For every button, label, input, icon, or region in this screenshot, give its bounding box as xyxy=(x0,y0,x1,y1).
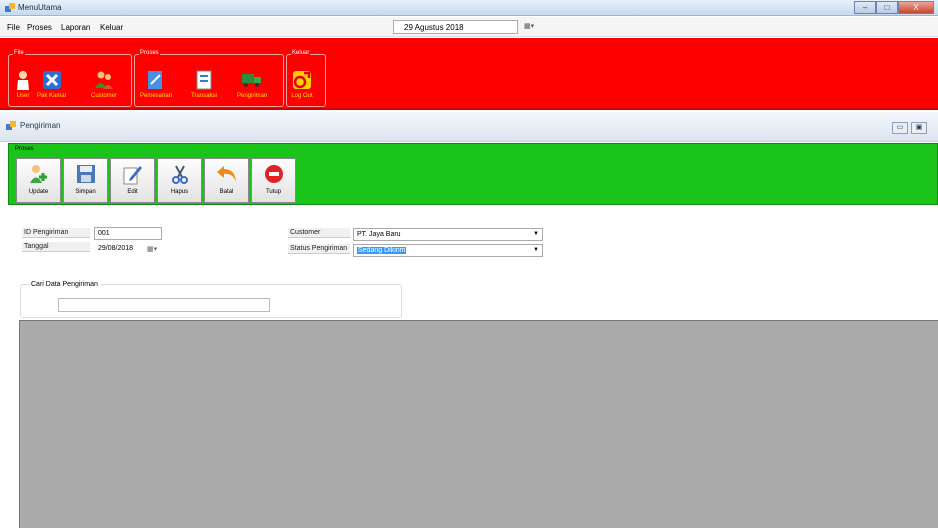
ribbon-group-file: File User Pak Kamar Customer xyxy=(8,50,132,107)
toolbar-group-label: Proses xyxy=(14,146,35,152)
document-icon xyxy=(193,69,215,91)
chevron-down-icon: ▼ xyxy=(533,231,539,237)
pengiriman-button[interactable]: Pengiriman xyxy=(237,69,267,99)
tanggal-date-picker[interactable]: 29/08/2018 ▦▾ xyxy=(94,242,162,255)
edit-button[interactable]: Edit xyxy=(110,158,155,203)
transaksi-button[interactable]: Transaksi xyxy=(191,69,217,99)
window-controls: – □ X xyxy=(854,1,934,14)
customer-button[interactable]: Customer xyxy=(91,69,117,99)
minimize-button[interactable]: – xyxy=(854,1,876,14)
user-button[interactable]: User xyxy=(12,69,34,99)
simpan-button[interactable]: Simpan xyxy=(63,158,108,203)
undo-icon xyxy=(215,162,239,186)
child-window-title-bar: Pengiriman ▭ ▣ xyxy=(0,112,938,142)
stop-icon xyxy=(262,162,286,186)
main-ribbon: File User Pak Kamar Customer Proses Peme… xyxy=(0,38,938,110)
menu-keluar[interactable]: Keluar xyxy=(100,23,123,32)
child-window-title: Pengiriman xyxy=(20,121,61,130)
menu-laporan[interactable]: Laporan xyxy=(61,23,90,32)
customer-label: Customer xyxy=(288,228,350,238)
customer-select[interactable]: PT. Jaya Baru ▼ xyxy=(353,228,543,241)
data-grid[interactable] xyxy=(19,320,938,528)
tanggal-label: Tanggal xyxy=(22,242,90,252)
user-icon xyxy=(12,69,34,91)
calendar-dropdown-icon[interactable]: ▦▾ xyxy=(147,245,157,253)
child-window-icon xyxy=(6,121,16,130)
child-restore-button[interactable]: ▭ xyxy=(892,122,908,134)
pemesanan-button[interactable]: Pemesanan xyxy=(140,69,172,99)
logout-button[interactable]: Log Out xyxy=(291,69,313,99)
ribbon-group-label: Proses xyxy=(139,50,160,56)
chevron-down-icon: ▼ xyxy=(533,247,539,253)
add-user-icon xyxy=(27,162,51,186)
menu-proses[interactable]: Proses xyxy=(27,23,52,32)
status-pengiriman-select[interactable]: Sedang Dikirim ▼ xyxy=(353,244,543,257)
menu-file[interactable]: File xyxy=(7,23,20,32)
logout-icon xyxy=(291,69,313,91)
ribbon-group-keluar: Keluar Log Out xyxy=(286,50,326,107)
close-button[interactable]: X xyxy=(898,1,934,14)
tools-icon xyxy=(41,69,63,91)
pak-kamar-button[interactable]: Pak Kamar xyxy=(37,69,67,99)
pencil-icon xyxy=(121,162,145,186)
search-group-label: Cari Data Pengiriman xyxy=(29,281,100,288)
status-pengiriman-label: Status Pengiriman xyxy=(288,244,350,254)
batal-button[interactable]: Batal xyxy=(204,158,249,203)
ribbon-group-proses: Proses Pemesanan Transaksi Pengiriman xyxy=(134,50,284,107)
truck-icon xyxy=(241,69,263,91)
window-title: MenuUtama xyxy=(18,3,62,12)
child-maximize-button[interactable]: ▣ xyxy=(911,122,927,134)
hapus-button[interactable]: Hapus xyxy=(157,158,202,203)
top-date-picker[interactable]: 29 Agustus 2018 xyxy=(393,20,518,34)
ribbon-group-label: File xyxy=(13,50,25,56)
app-icon xyxy=(5,3,15,12)
save-icon xyxy=(74,162,98,186)
window-title-bar: MenuUtama – □ X xyxy=(0,0,938,16)
calendar-dropdown-icon[interactable]: ▦▾ xyxy=(524,22,538,32)
tutup-button[interactable]: Tutup xyxy=(251,158,296,203)
tanggal-value: 29/08/2018 xyxy=(98,245,134,252)
maximize-button[interactable]: □ xyxy=(876,1,898,14)
users-icon xyxy=(93,69,115,91)
search-input[interactable] xyxy=(58,298,270,312)
scissors-icon xyxy=(168,162,192,186)
status-value: Sedang Dikirim xyxy=(357,247,407,254)
ribbon-group-label: Keluar xyxy=(291,50,311,56)
customer-value: PT. Jaya Baru xyxy=(357,231,401,238)
notepad-edit-icon xyxy=(145,69,167,91)
update-button[interactable]: Update xyxy=(16,158,61,203)
id-pengiriman-label: ID Pengiriman xyxy=(22,228,90,238)
id-pengiriman-input[interactable]: 001 xyxy=(94,227,162,240)
